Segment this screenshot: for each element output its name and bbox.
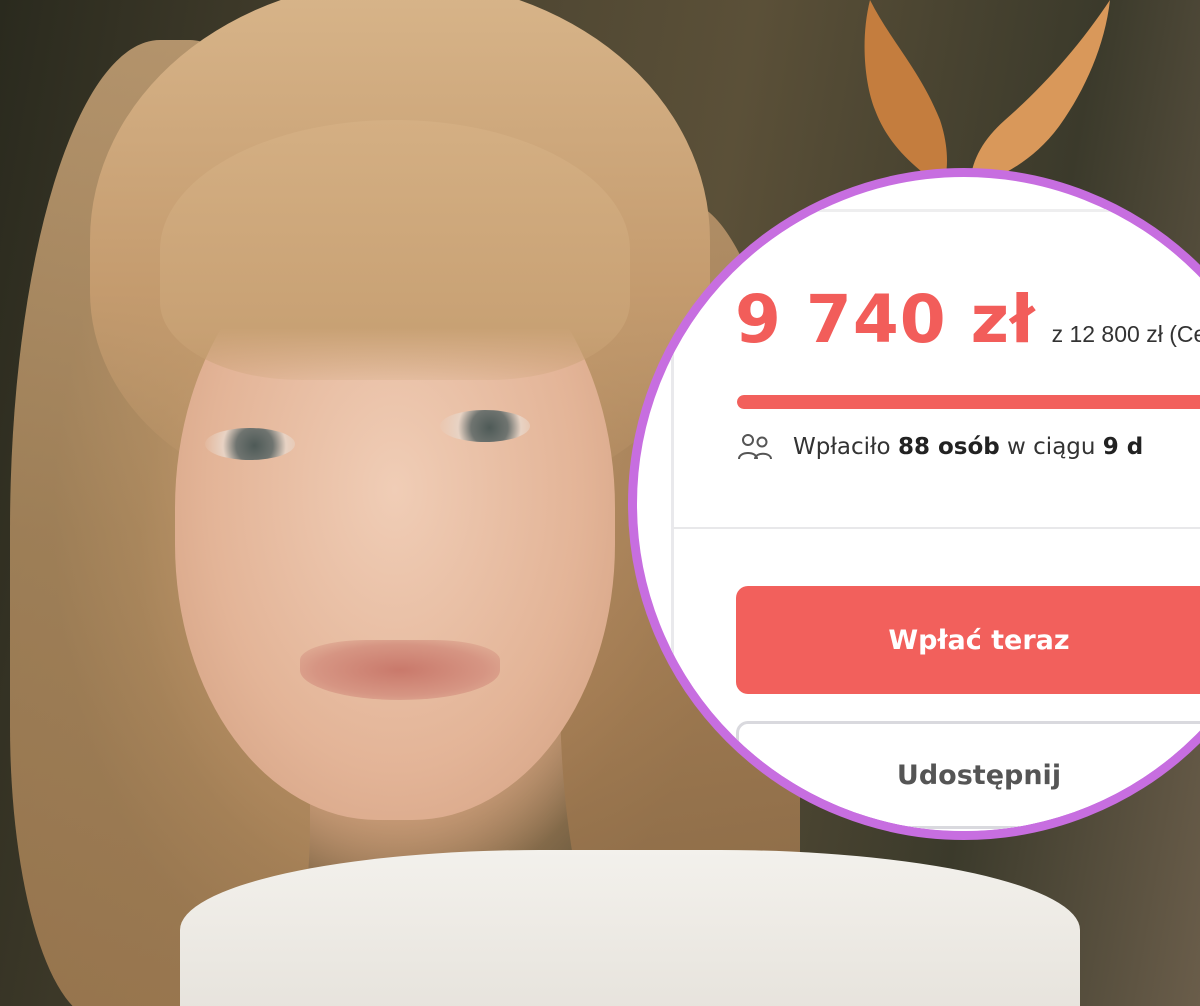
photo-eye-right bbox=[440, 410, 530, 442]
donors-middle: w ciągu bbox=[1007, 434, 1096, 460]
screenshot-scene: 9 740 zł z 12 800 zł (Ce Wpłaciło 88 osó… bbox=[0, 0, 1200, 1006]
progress-bar bbox=[737, 395, 1200, 409]
zoom-content: 9 740 zł z 12 800 zł (Ce Wpłaciło 88 osó… bbox=[637, 177, 1200, 831]
raised-summary: 9 740 zł z 12 800 zł (Ce bbox=[735, 281, 1200, 358]
donors-line: Wpłaciło 88 osób w ciągu 9 d bbox=[737, 433, 1143, 461]
zoom-callout: 9 740 zł z 12 800 zł (Ce Wpłaciło 88 osó… bbox=[628, 168, 1200, 840]
progress-bar-fill bbox=[737, 395, 1200, 409]
donors-days: 9 d bbox=[1102, 434, 1144, 460]
donate-now-label: Wpłać teraz bbox=[888, 624, 1070, 656]
section-divider bbox=[673, 527, 1200, 529]
donors-prefix: Wpłaciło bbox=[793, 434, 891, 460]
card-top-border bbox=[671, 209, 1200, 212]
people-icon bbox=[738, 434, 772, 460]
raised-amount: 9 740 zł bbox=[735, 281, 1036, 358]
photo-eye-left bbox=[205, 428, 295, 460]
donate-now-button[interactable]: Wpłać teraz bbox=[736, 586, 1200, 694]
photo-jacket bbox=[180, 850, 1080, 1006]
share-label: Udostępnij bbox=[896, 759, 1062, 791]
goal-text: z 12 800 zł (Ce bbox=[1051, 321, 1200, 347]
photo-lips bbox=[300, 640, 500, 700]
photo-fringe bbox=[160, 120, 630, 380]
leaf-logo-icon bbox=[864, 0, 1110, 188]
donors-count: 88 osób bbox=[897, 434, 1000, 460]
share-button[interactable]: Udostępnij bbox=[736, 721, 1200, 829]
